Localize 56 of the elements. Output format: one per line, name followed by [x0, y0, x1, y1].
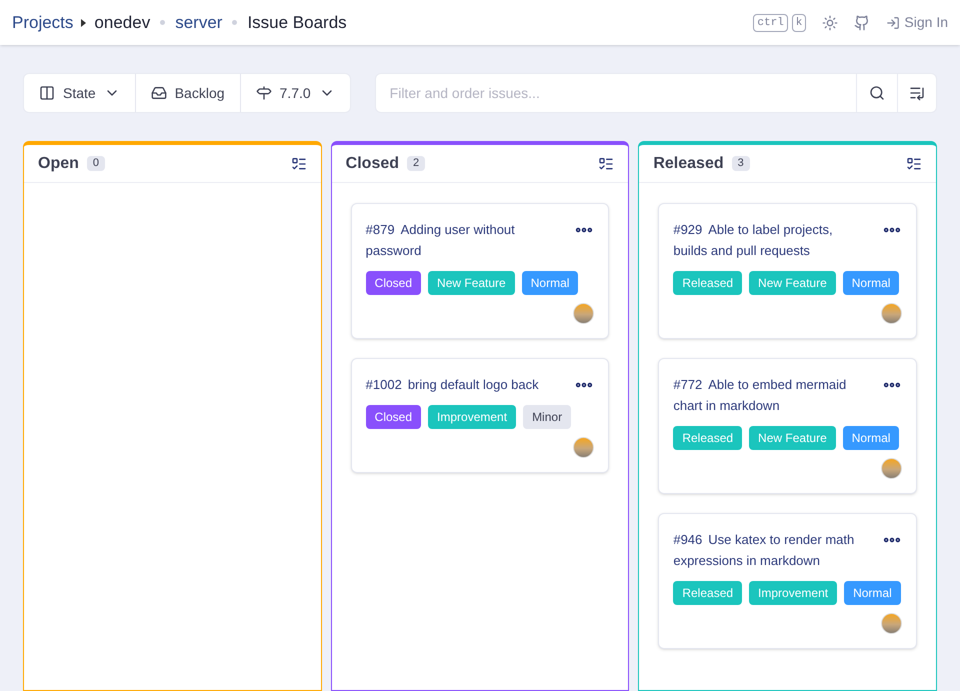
column-title: Open: [38, 154, 79, 174]
sun-icon[interactable]: [822, 14, 838, 30]
tag: Released: [673, 271, 742, 295]
list-icon[interactable]: [598, 156, 614, 172]
issue-title[interactable]: #929 Able to label projects, builds and pull requests: [673, 219, 870, 261]
search-icon: [869, 85, 885, 101]
signpost-icon: [256, 85, 272, 101]
inbox-icon: [150, 85, 167, 101]
sort-icon: [909, 85, 925, 101]
breadcrumb-item[interactable]: Projects: [12, 10, 74, 36]
list-icon[interactable]: [906, 156, 922, 172]
tag: Released: [673, 426, 742, 450]
count-badge: 2: [407, 156, 426, 171]
toolbar-button[interactable]: State: [24, 74, 135, 112]
keyboard-key: ctrl: [753, 14, 788, 32]
avatar[interactable]: [573, 303, 594, 324]
keyboard-key: k: [792, 14, 806, 32]
breadcrumb-item: Issue Boards: [247, 12, 347, 34]
search-button[interactable]: [857, 73, 897, 113]
tag: Closed: [366, 405, 422, 429]
avatar[interactable]: [881, 458, 902, 479]
issue-title[interactable]: #879 Adding user without password: [366, 219, 562, 261]
tag: New Feature: [749, 271, 836, 295]
sort-button[interactable]: [897, 73, 937, 113]
sign-in-link[interactable]: Sign In: [904, 12, 948, 33]
issue-title[interactable]: #946 Use katex to render math expressions in markdown: [673, 529, 870, 571]
count-badge: 3: [732, 156, 750, 171]
tag: Normal: [844, 581, 901, 605]
avatar[interactable]: [881, 613, 902, 634]
tag: Improvement: [428, 405, 516, 429]
caret-icon: [81, 18, 86, 26]
issue-title[interactable]: #1002 bring default logo back: [366, 374, 539, 395]
tag: Improvement: [749, 581, 838, 605]
list-icon[interactable]: [290, 156, 307, 172]
tag: Normal: [842, 426, 900, 450]
sign-in-icon: [886, 16, 900, 30]
avatar[interactable]: [573, 437, 594, 458]
column-title: Released: [653, 154, 724, 174]
toolbar-button[interactable]: 7.7.0: [240, 74, 350, 112]
tag: Minor: [523, 405, 572, 429]
avatar[interactable]: [881, 303, 902, 324]
breadcrumb-item: onedev: [94, 12, 150, 34]
tag: Closed: [366, 271, 422, 295]
breadcrumb-item[interactable]: server: [175, 10, 222, 36]
github-icon[interactable]: [854, 14, 870, 30]
count-badge: 0: [86, 156, 106, 171]
filter-field[interactable]: Filter and order issues...: [374, 73, 857, 113]
tag: New Feature: [428, 271, 515, 295]
toolbar-button[interactable]: Backlog: [134, 74, 240, 112]
column-title: Closed: [346, 154, 400, 174]
tag: Normal: [522, 271, 578, 295]
columns-icon: [39, 85, 55, 101]
tag: Released: [673, 581, 742, 605]
tag: New Feature: [749, 426, 836, 450]
tag: Normal: [842, 271, 900, 295]
issue-title[interactable]: #772 Able to embed mermaid chart in markdown: [673, 374, 870, 416]
